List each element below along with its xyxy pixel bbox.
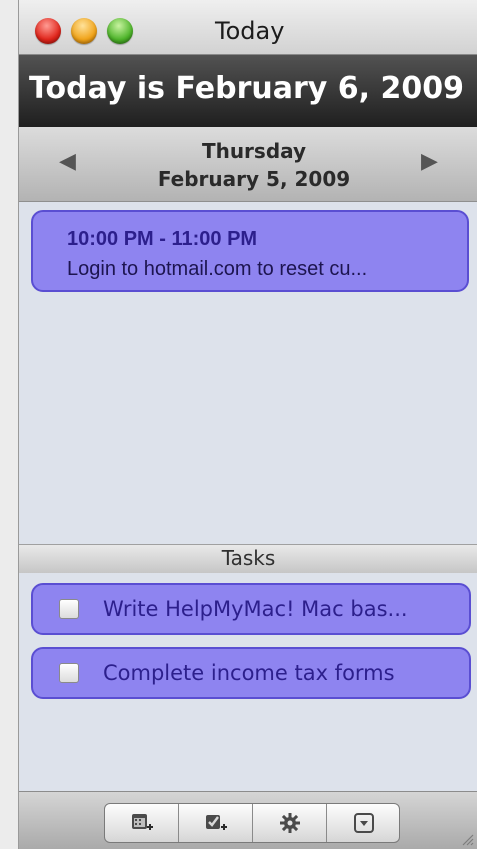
today-banner-text: Today is February 6, 2009 (29, 71, 464, 106)
tasks-header: Tasks (19, 544, 477, 574)
resize-grip-icon[interactable] (458, 830, 474, 846)
new-task-icon (205, 815, 227, 830)
window-title: Today (215, 17, 285, 45)
close-button[interactable] (35, 18, 61, 44)
events-list: 10:00 PM - 11:00 PM Login to hotmail.com… (19, 202, 477, 544)
selected-day-name: Thursday (201, 139, 307, 163)
selected-date: February 5, 2009 (157, 167, 351, 191)
gear-icon (279, 813, 300, 833)
task-checkbox[interactable] (59, 599, 79, 619)
date-navigation: ◀ Thursday February 5, 2009 ▶ (19, 127, 477, 202)
task-item[interactable]: Write HelpMyMac! Mac bas... (31, 583, 471, 635)
today-window: Today Today is February 6, 2009 ◀ Thursd… (18, 0, 477, 849)
toolbar-button-group (104, 803, 400, 843)
settings-button[interactable] (253, 804, 327, 842)
dropdown-menu-icon (354, 813, 374, 833)
new-event-icon (131, 814, 153, 830)
task-checkbox[interactable] (59, 663, 79, 683)
event-time: 10:00 PM - 11:00 PM (67, 228, 258, 250)
new-event-button[interactable] (105, 804, 179, 842)
event-description: Login to hotmail.com to reset cu... (67, 258, 368, 280)
right-triangle-icon: ▶ (421, 149, 438, 174)
tasks-list: Write HelpMyMac! Mac bas... Complete inc… (19, 573, 477, 791)
next-day-button[interactable]: ▶ (421, 149, 438, 174)
bottom-toolbar (19, 791, 477, 849)
task-label: Write HelpMyMac! Mac bas... (103, 597, 408, 621)
zoom-button[interactable] (107, 18, 133, 44)
today-banner: Today is February 6, 2009 (19, 55, 477, 127)
task-item[interactable]: Complete income tax forms (31, 647, 471, 699)
menu-dropdown-button[interactable] (327, 804, 399, 842)
minimize-button[interactable] (71, 18, 97, 44)
title-bar[interactable]: Today (19, 0, 477, 55)
event-item[interactable]: 10:00 PM - 11:00 PM Login to hotmail.com… (31, 210, 469, 292)
task-label: Complete income tax forms (103, 661, 395, 685)
new-task-button[interactable] (179, 804, 253, 842)
